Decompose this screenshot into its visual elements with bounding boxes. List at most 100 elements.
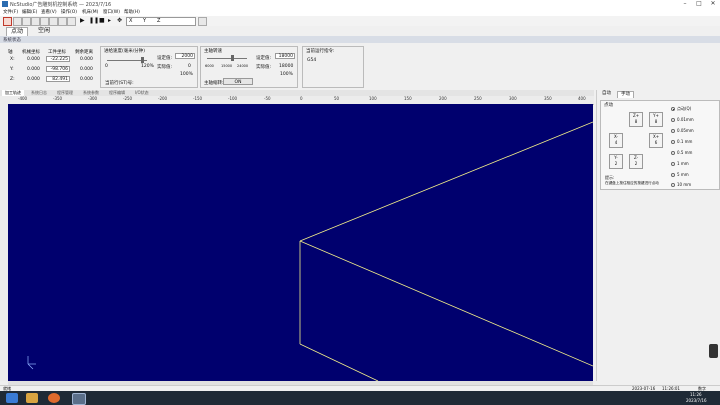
spindle-tick-max: 24000 bbox=[237, 64, 249, 68]
toolpath-line bbox=[299, 240, 593, 367]
go-icon[interactable] bbox=[198, 17, 207, 26]
stop-icon[interactable]: ■ bbox=[99, 17, 105, 24]
step-radio-jog[interactable] bbox=[671, 107, 675, 111]
step-radio-10[interactable] bbox=[671, 183, 675, 187]
hint-text: 在键盘上按住相应的按键进行点动 bbox=[605, 181, 659, 185]
save-icon[interactable] bbox=[31, 17, 40, 26]
tray-time: 11:26 bbox=[690, 392, 702, 397]
side-handle-icon[interactable] bbox=[709, 344, 718, 358]
ruler-tick: 350 bbox=[544, 96, 552, 101]
jog-x-minus-button[interactable]: X- 4 bbox=[609, 133, 623, 148]
step-icon[interactable]: ▸ bbox=[108, 17, 111, 24]
status-panel: 轴 机械坐标 工件坐标 剩余距离 X: 0.000 -22.225 0.000 … bbox=[0, 43, 720, 89]
right-control-panel: 自动 手动 点动 Z+ 8 Y+ 8 X- 4 X+ 6 Y- 2 Z- 2 点… bbox=[596, 90, 720, 381]
z-remain-value: 0.000 bbox=[80, 77, 93, 82]
jog-z-plus-button[interactable]: Z+ 8 bbox=[629, 112, 643, 127]
tray-date: 2023/7/16 bbox=[686, 398, 707, 403]
spindle-slider-thumb[interactable] bbox=[231, 55, 234, 61]
tab-manual[interactable]: 手动 bbox=[617, 91, 634, 98]
copy-icon[interactable] bbox=[58, 17, 67, 26]
command-value: G54 bbox=[307, 58, 317, 63]
step-radio-05[interactable] bbox=[671, 151, 675, 155]
toolpath-line bbox=[299, 121, 593, 242]
print-icon[interactable] bbox=[40, 17, 49, 26]
paste-icon[interactable] bbox=[67, 17, 76, 26]
jog-z-minus-button[interactable]: Z- 2 bbox=[629, 154, 643, 169]
toolpath-line bbox=[299, 343, 379, 381]
step-radio-005[interactable] bbox=[671, 129, 675, 133]
open-file-icon[interactable] bbox=[22, 17, 31, 26]
step-radio-5[interactable] bbox=[671, 173, 675, 177]
feed-set-input[interactable]: 2000 bbox=[175, 53, 195, 59]
jog-group-title: 点动 bbox=[604, 103, 613, 108]
tool-icon[interactable] bbox=[3, 17, 12, 26]
step-radio-01[interactable] bbox=[671, 140, 675, 144]
x-remain-value: 0.000 bbox=[80, 57, 93, 62]
ruler-tick: 150 bbox=[404, 96, 412, 101]
menu-window[interactable]: 窗口(W) bbox=[103, 9, 120, 15]
ruler-tick: -50 bbox=[264, 96, 271, 101]
spindle-set-label: 设定值: bbox=[256, 56, 272, 61]
coordinate-input[interactable]: X Y Z bbox=[126, 17, 196, 26]
jog-y-plus-button[interactable]: Y+ 8 bbox=[649, 112, 663, 127]
window-title: NcStudio广告雕刻机控制系统 — 2023/7/16 bbox=[10, 2, 112, 8]
browser-icon[interactable] bbox=[48, 393, 60, 403]
ncstudio-task-icon[interactable] bbox=[72, 393, 86, 405]
status-section-header: 系统状态 bbox=[0, 36, 720, 43]
tab-auto[interactable]: 自动 bbox=[599, 91, 614, 97]
maximize-button[interactable]: □ bbox=[692, 0, 706, 8]
z-work-value: 82.491 bbox=[46, 76, 70, 82]
feed-rate-title: 进给速度(毫米/分钟) bbox=[104, 49, 146, 54]
feed-min-label: 0 bbox=[105, 64, 108, 69]
tab-idle[interactable]: 空闲 bbox=[34, 27, 54, 35]
step-radio-001[interactable] bbox=[671, 118, 675, 122]
vertical-ruler bbox=[0, 104, 8, 381]
ruler-tick: 400 bbox=[578, 96, 586, 101]
command-title: 当前运行指令: bbox=[306, 49, 335, 54]
minimize-button[interactable]: – bbox=[678, 0, 692, 8]
menu-file[interactable]: 文件(F) bbox=[3, 9, 18, 15]
step-label-001: 0.01mm bbox=[677, 117, 694, 122]
command-group: 当前运行指令: G54 bbox=[302, 46, 364, 88]
current-line-label: 当前行(ST)号: bbox=[105, 81, 134, 86]
feed-rate-slider-thumb[interactable] bbox=[141, 57, 144, 63]
ruler-tick: -300 bbox=[88, 96, 98, 101]
menu-machine[interactable]: 机床(M) bbox=[82, 9, 98, 15]
step-radio-1[interactable] bbox=[671, 162, 675, 166]
play-icon[interactable]: ▶ bbox=[80, 17, 85, 24]
close-button[interactable]: ✕ bbox=[706, 0, 720, 8]
jog-x-plus-button[interactable]: X+ 6 bbox=[649, 133, 663, 148]
pause-icon[interactable]: ❚❚ bbox=[89, 17, 99, 24]
spindle-slider[interactable] bbox=[207, 58, 247, 59]
cut-icon[interactable] bbox=[49, 17, 58, 26]
step-label-jog: 点动(Q) bbox=[677, 106, 692, 111]
jog-x-minus-key: 4 bbox=[614, 140, 618, 145]
ruler-tick: -150 bbox=[193, 96, 203, 101]
taskbar: 11:26 2023/7/16 bbox=[0, 391, 720, 405]
menu-view[interactable]: 查看(V) bbox=[41, 9, 57, 15]
x-machine-value: 0.000 bbox=[27, 57, 40, 62]
step-label-1: 1 mm bbox=[677, 161, 689, 166]
spindle-set-input[interactable]: 18000 bbox=[275, 53, 295, 59]
axis-z-label: Z: bbox=[10, 77, 15, 82]
x-work-value: -22.225 bbox=[46, 56, 70, 62]
new-file-icon[interactable] bbox=[13, 17, 22, 26]
start-icon[interactable] bbox=[6, 393, 18, 403]
move-icon[interactable]: ✥ bbox=[117, 17, 122, 24]
menu-edit[interactable]: 编辑(E) bbox=[22, 9, 37, 15]
menu-operate[interactable]: 操作(O) bbox=[61, 9, 77, 15]
spindle-group: 主轴转速 6000 15000 24000 设定值: 18000 实际值: 18… bbox=[200, 46, 298, 88]
menu-help[interactable]: 帮助(H) bbox=[124, 9, 140, 15]
file-explorer-icon[interactable] bbox=[26, 393, 38, 403]
ruler-tick: -350 bbox=[53, 96, 63, 101]
ruler-tick: 250 bbox=[474, 96, 482, 101]
feed-set-label: 设定值: bbox=[157, 56, 173, 61]
tab-jog[interactable]: 点动 bbox=[6, 27, 29, 36]
spindle-actual-label: 实际值: bbox=[256, 65, 272, 70]
spindle-actual-value: 18000 bbox=[279, 64, 294, 69]
toolpath-canvas[interactable] bbox=[8, 104, 593, 381]
jog-y-minus-button[interactable]: Y- 2 bbox=[609, 154, 623, 169]
spindle-on-button[interactable]: ON bbox=[223, 78, 253, 85]
axis-y-label: Y: bbox=[10, 67, 14, 72]
machine-coord-header: 机械坐标 bbox=[22, 50, 40, 55]
